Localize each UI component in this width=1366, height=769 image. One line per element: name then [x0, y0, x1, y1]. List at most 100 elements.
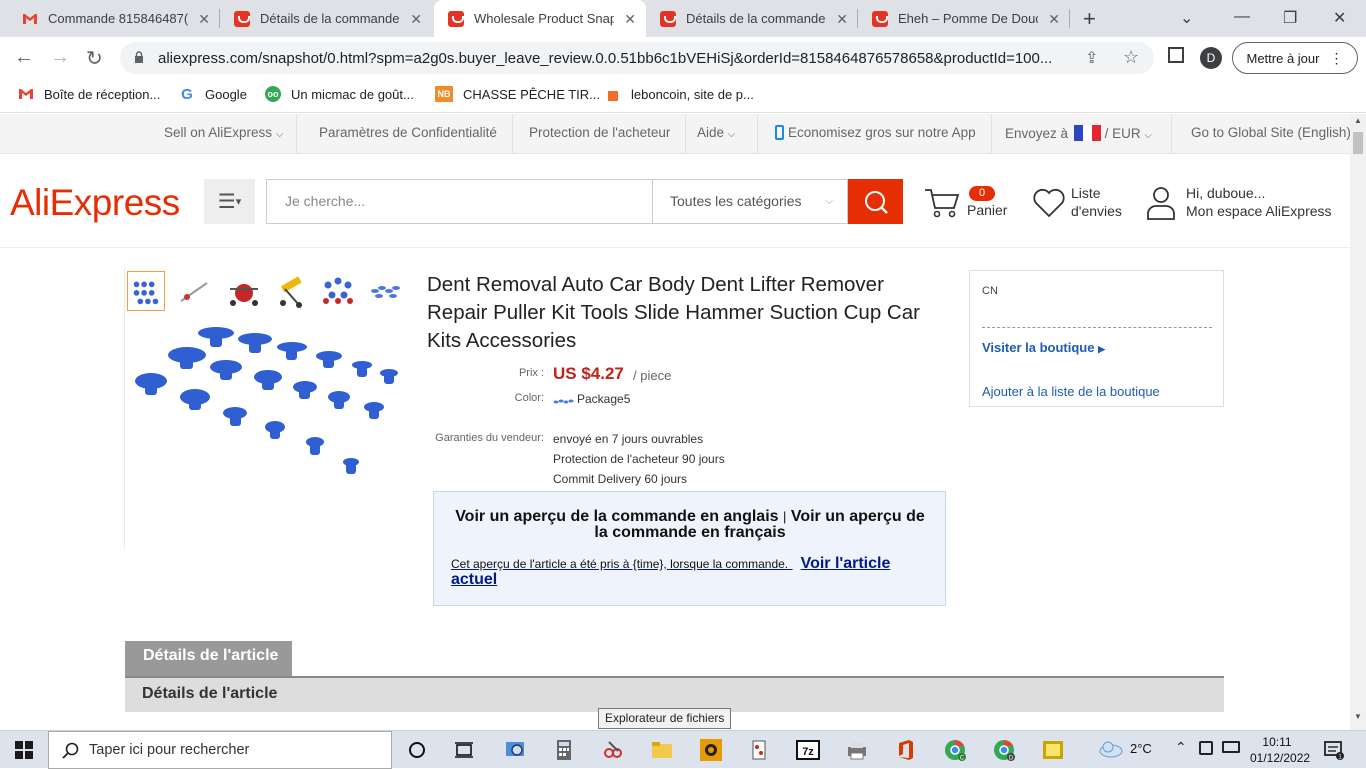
color-swatch-icon[interactable]	[553, 394, 575, 404]
app-icon-orange[interactable]	[699, 738, 723, 762]
wishlist-link[interactable]: Liste	[1071, 185, 1101, 202]
user-greeting[interactable]: Hi, duboue...	[1186, 185, 1265, 202]
scroll-down-icon[interactable]: ▼	[1354, 712, 1362, 721]
thumbnail[interactable]	[225, 271, 263, 311]
heart-icon[interactable]	[1032, 187, 1066, 219]
restore-icon[interactable]: ❐	[1283, 8, 1297, 28]
chrome-profile-d-icon[interactable]: D	[992, 738, 1016, 762]
thumbnail[interactable]	[273, 271, 311, 311]
view-english-link[interactable]: Voir un aperçu de la commande en anglais	[455, 508, 778, 525]
office-icon[interactable]	[894, 738, 918, 762]
tab-title: Eheh – Pomme De Douc	[898, 11, 1038, 26]
file-explorer-icon[interactable]	[650, 738, 674, 762]
scroll-up-icon[interactable]: ▲	[1354, 116, 1362, 125]
browser-tab-order-details-2[interactable]: Détails de la commande ✕	[646, 0, 858, 37]
browser-tab-order-details[interactable]: Détails de la commande ✕	[220, 0, 432, 37]
search-button[interactable]	[848, 179, 903, 224]
system-clock[interactable]: 10:11 01/12/2022	[1250, 734, 1311, 766]
weather-temperature[interactable]: 2°C	[1130, 741, 1152, 756]
my-account-link[interactable]: Mon espace AliExpress	[1186, 203, 1332, 220]
lock-icon	[135, 51, 143, 63]
visit-store-link[interactable]: Visiter la boutique ▶	[982, 340, 1105, 355]
tray-chevron-icon[interactable]: ⌃	[1175, 739, 1187, 756]
divider	[757, 114, 758, 154]
printer-icon[interactable]	[845, 738, 869, 762]
product-main-image[interactable]	[125, 317, 405, 549]
bookmark-gmail[interactable]: Boîte de réception...	[18, 86, 160, 102]
aliexpress-logo[interactable]: AliExpress	[10, 182, 180, 224]
app-promo-link[interactable]: Economisez gros sur notre App	[775, 125, 976, 140]
buyer-protection-link[interactable]: Protection de l'acheteur	[529, 125, 670, 140]
close-tab-icon[interactable]: ✕	[410, 11, 422, 28]
sell-on-aliexpress-link[interactable]: Sell on AliExpress ⌵	[164, 125, 283, 140]
address-bar[interactable]: aliexpress.com/snapshot/0.html?spm=a2g0s…	[120, 42, 1154, 74]
more-menu-icon[interactable]: ⋮	[1329, 50, 1343, 67]
thumbnail-selected[interactable]	[127, 271, 165, 311]
notifications-icon[interactable]: 1	[1323, 739, 1345, 761]
side-panel-icon[interactable]	[1168, 47, 1184, 63]
privacy-settings-link[interactable]: Paramètres de Confidentialité	[319, 125, 497, 140]
chevron-down-icon: ⌵	[1144, 130, 1152, 141]
categories-menu-button[interactable]: ☰ ▾	[204, 179, 255, 224]
follow-store-link[interactable]: Ajouter à la liste de la boutique	[982, 384, 1160, 399]
magnifier-app-icon[interactable]	[503, 738, 527, 762]
cortana-icon[interactable]	[405, 738, 429, 762]
solitaire-icon[interactable]	[747, 738, 771, 762]
aliexpress-icon	[448, 10, 464, 27]
chrome-profile-c-icon[interactable]: C	[943, 738, 967, 762]
close-tab-icon[interactable]: ✕	[198, 11, 210, 28]
url-text[interactable]: aliexpress.com/snapshot/0.html?spm=a2g0s…	[158, 50, 1078, 67]
tab-item-details[interactable]: Détails de l'article	[125, 641, 292, 678]
browser-tab-eheh[interactable]: Eheh – Pomme De Douc ✕	[858, 0, 1070, 37]
scrollbar-thumb[interactable]	[1353, 132, 1363, 154]
task-view-icon[interactable]	[452, 738, 476, 762]
close-tab-icon[interactable]: ✕	[836, 11, 848, 28]
cart-icon[interactable]	[924, 187, 960, 219]
windows-start-icon[interactable]	[15, 741, 33, 759]
new-tab-icon[interactable]: +	[1083, 6, 1096, 32]
user-icon[interactable]	[1146, 185, 1176, 221]
tab-search-chevron-icon[interactable]: ⌄	[1180, 8, 1193, 28]
network-icon[interactable]	[1222, 741, 1240, 753]
update-chrome-button[interactable]: Mettre à jour ⋮	[1232, 42, 1358, 74]
close-tab-icon[interactable]: ✕	[1048, 11, 1060, 28]
forward-icon[interactable]: →	[50, 46, 70, 69]
meet-now-icon[interactable]	[1199, 741, 1213, 755]
ship-to-selector[interactable]: Envoyez à / EUR ⌵	[1005, 125, 1152, 141]
wishlist-link-line2[interactable]: d'envies	[1071, 203, 1122, 220]
bookmark-star-icon[interactable]: ☆	[1123, 47, 1139, 68]
help-link[interactable]: Aide ⌵	[697, 125, 735, 140]
notes-app-icon[interactable]	[1041, 738, 1065, 762]
page-scrollbar[interactable]: ▲ ▼	[1350, 114, 1366, 730]
bookmark-google[interactable]: G Google	[179, 86, 247, 103]
bookmark-chasse[interactable]: NB CHASSE PÊCHE TIR...	[435, 86, 600, 102]
close-tab-icon[interactable]: ✕	[624, 11, 636, 28]
global-site-link[interactable]: Go to Global Site (English)	[1191, 125, 1350, 140]
calculator-icon[interactable]	[552, 738, 576, 762]
aliexpress-header: AliExpress ☰ ▾ Je cherche... Toutes les c…	[0, 154, 1350, 248]
thumbnail[interactable]	[367, 271, 405, 311]
clock-date: 01/12/2022	[1250, 751, 1311, 765]
guarantee-label: Garanties du vendeur:	[435, 432, 544, 444]
category-select[interactable]: Toutes les catégories ⌵	[652, 179, 848, 224]
7zip-icon[interactable]: 7z	[796, 738, 820, 762]
reload-icon[interactable]: ↻	[86, 46, 103, 71]
close-window-icon[interactable]: ✕	[1333, 8, 1346, 28]
weather-cloud-icon[interactable]	[1097, 739, 1125, 759]
tab-separator	[1069, 9, 1070, 28]
phone-icon	[775, 125, 784, 140]
cart-link[interactable]: Panier	[967, 202, 1007, 219]
bookmark-micmac[interactable]: oo Un micmac de goût...	[265, 86, 414, 102]
thumbnail[interactable]	[175, 271, 213, 311]
search-input[interactable]: Je cherche...	[266, 179, 652, 224]
minimize-icon[interactable]: —	[1234, 8, 1250, 26]
browser-tab-snapshot[interactable]: Wholesale Product Snap ✕	[434, 0, 646, 37]
bookmark-leboncoin[interactable]: leboncoin, site de p...	[605, 86, 754, 102]
profile-avatar[interactable]: D	[1200, 47, 1222, 69]
browser-tab-gmail[interactable]: Commande 815846487( ✕	[8, 0, 220, 37]
taskbar-search-input[interactable]: Taper ici pour rechercher	[48, 731, 392, 769]
share-icon[interactable]: ⇪	[1085, 48, 1098, 68]
thumbnail[interactable]	[320, 271, 358, 311]
back-icon[interactable]: ←	[14, 46, 34, 69]
snipping-tool-icon[interactable]	[601, 738, 625, 762]
